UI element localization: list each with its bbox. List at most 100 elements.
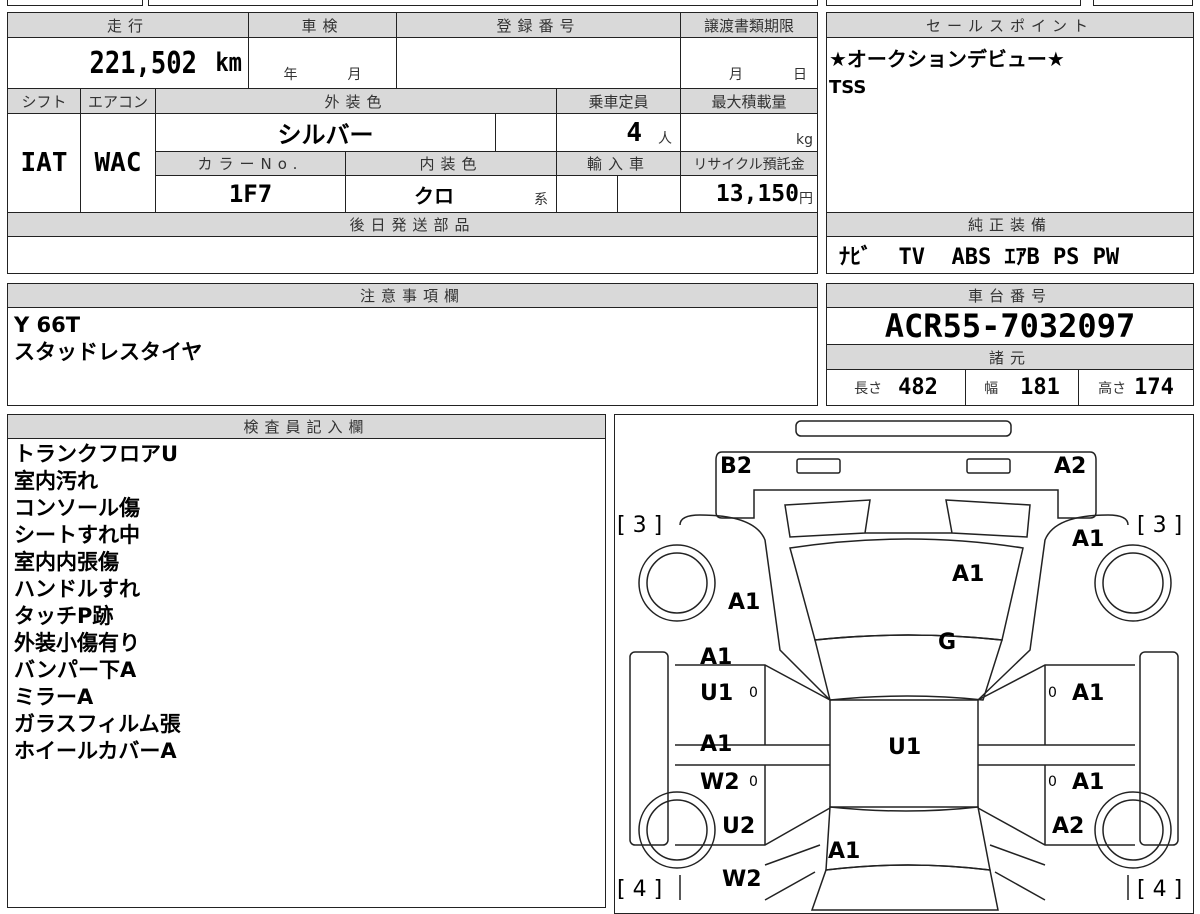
- damage-label: A2: [1054, 454, 1086, 479]
- transfer-month: 月: [729, 67, 743, 83]
- later-parts-header: 後日発送部品: [7, 212, 818, 237]
- damage-label: [ 4 ]: [1137, 877, 1182, 902]
- load-unit: kg: [680, 113, 818, 152]
- interior-suffix: 系: [534, 192, 548, 208]
- inspector-line: コンソール傷: [14, 496, 140, 520]
- import-cell: [617, 175, 681, 213]
- mileage-header: 走行: [7, 12, 249, 38]
- damage-label: A1: [700, 732, 732, 757]
- registration-header: 登録番号: [396, 12, 681, 38]
- damage-label: U2: [722, 814, 755, 839]
- top-cell: [7, 0, 143, 6]
- inspector-header: 検査員記入欄: [7, 414, 606, 439]
- damage-label: U1: [888, 735, 921, 760]
- damage-label: 0: [749, 685, 758, 701]
- rear-bumper-top: [795, 420, 1012, 437]
- damage-diagram: B2 A2 [ 3 ] [ 3 ] A1 A1 A1 G A1 U1 0 0 A…: [614, 414, 1194, 914]
- inspector-line: 室内内張傷: [14, 550, 119, 574]
- spec-width: 幅 181: [965, 369, 1079, 406]
- damage-label: A1: [1072, 770, 1104, 795]
- recycle-unit: 円: [799, 191, 813, 207]
- inspector-line: 室内汚れ: [14, 469, 98, 493]
- spec-height-label: 高さ: [1098, 380, 1127, 397]
- interior-cell: クロ 系: [345, 175, 557, 213]
- import-cell: [556, 175, 618, 213]
- spec-length-label: 長さ: [854, 380, 883, 397]
- car-outline: B2 A2 [ 3 ] [ 3 ] A1 A1 A1 G A1 U1 0 0 A…: [617, 420, 1182, 911]
- damage-label: B2: [720, 454, 752, 479]
- exterior-header: 外装色: [155, 88, 557, 114]
- top-cell: [826, 0, 1081, 6]
- capacity-value: 4: [626, 117, 642, 148]
- color-no-header: カラーNo.: [155, 151, 346, 176]
- damage-label: U1: [700, 681, 733, 706]
- spec-height: 高さ 174: [1078, 369, 1194, 406]
- load-header: 最大積載量: [680, 88, 818, 114]
- inspector-body: トランクフロアU 室内汚れ コンソール傷 シートすれ中 室内内張傷 ハンドルすれ…: [7, 438, 606, 908]
- interior-value: クロ: [414, 183, 454, 208]
- damage-label: A1: [952, 562, 984, 587]
- capacity-unit: 人: [658, 131, 672, 147]
- damage-label: [ 3 ]: [617, 513, 662, 538]
- top-cell: [148, 0, 818, 6]
- exterior-extra: [495, 113, 557, 152]
- spec-length-value: 482: [898, 375, 938, 400]
- color-no-value: 1F7: [155, 175, 346, 213]
- inspector-line: ガラスフィルム張: [14, 712, 181, 736]
- damage-label: [ 4 ]: [617, 877, 662, 902]
- left-sill: [629, 651, 669, 846]
- transfer-day: 日: [793, 67, 807, 83]
- ac-header: エアコン: [80, 88, 156, 114]
- shift-header: シフト: [7, 88, 81, 114]
- shift-value: IAT: [7, 113, 81, 213]
- inspector-line: 外装小傷有り: [14, 631, 140, 655]
- ac-value: WAC: [80, 113, 156, 213]
- inspector-line: トランクフロアU: [14, 442, 179, 466]
- mileage-unit: km: [215, 48, 242, 78]
- capacity-cell: 4 人: [556, 113, 681, 152]
- inspection-cell: 年 月: [248, 37, 397, 89]
- recycle-value: 13,150: [715, 181, 799, 207]
- notes-body: Y 66T スタッドレスタイヤ: [7, 307, 818, 406]
- inspector-line: バンパー下A: [14, 658, 137, 682]
- inspection-header: 車検: [248, 12, 397, 38]
- import-header: 輸入車: [556, 151, 681, 176]
- rear-bumper: [715, 451, 1097, 519]
- damage-label: A2: [1052, 814, 1084, 839]
- inspector-line: ミラーA: [14, 685, 94, 709]
- damage-label: A1: [1072, 527, 1104, 552]
- inspection-month: 月: [347, 67, 362, 83]
- equipment-header: 純正装備: [826, 212, 1194, 237]
- damage-label: A1: [828, 839, 860, 864]
- sales-point-line: TSS: [829, 77, 867, 98]
- sales-point-body: ★オークションデビュー★ TSS: [826, 37, 1194, 213]
- exterior-value: シルバー: [155, 113, 496, 152]
- damage-label: 0: [1048, 685, 1057, 701]
- inspector-line: タッチP跡: [14, 604, 114, 628]
- damage-label: [ 3 ]: [1137, 513, 1182, 538]
- recycle-cell: 13,150 円: [680, 175, 818, 213]
- notes-header: 注意事項欄: [7, 283, 818, 308]
- spec-height-value: 174: [1134, 375, 1174, 400]
- mileage-cell: 221,502 km: [7, 37, 249, 89]
- inspection-year: 年: [283, 67, 298, 83]
- capacity-header: 乗車定員: [556, 88, 681, 114]
- transfer-header: 譲渡書類期限: [680, 12, 818, 38]
- inspector-line: ホイールカバーA: [14, 739, 177, 763]
- equipment-items: ﾅﾋﾞ TV ABS ｴｱB PS PW: [826, 236, 1194, 274]
- spec-length: 長さ 482: [826, 369, 966, 406]
- top-cell: [1093, 0, 1193, 6]
- damage-label: G: [938, 630, 956, 655]
- damage-label: A1: [1072, 681, 1104, 706]
- interior-header: 内装色: [345, 151, 557, 176]
- sales-point-header: セールスポイント: [826, 12, 1194, 38]
- roof-rear: [814, 634, 1003, 701]
- transfer-cell: 月 日: [680, 37, 818, 89]
- note-line: Y 66T: [14, 313, 81, 337]
- damage-label: 0: [1048, 774, 1057, 790]
- chassis-header: 車台番号: [826, 283, 1194, 308]
- rear-window: [789, 538, 1024, 641]
- damage-label: A1: [700, 645, 732, 670]
- damage-label: 0: [749, 774, 758, 790]
- damage-label: W2: [700, 770, 740, 795]
